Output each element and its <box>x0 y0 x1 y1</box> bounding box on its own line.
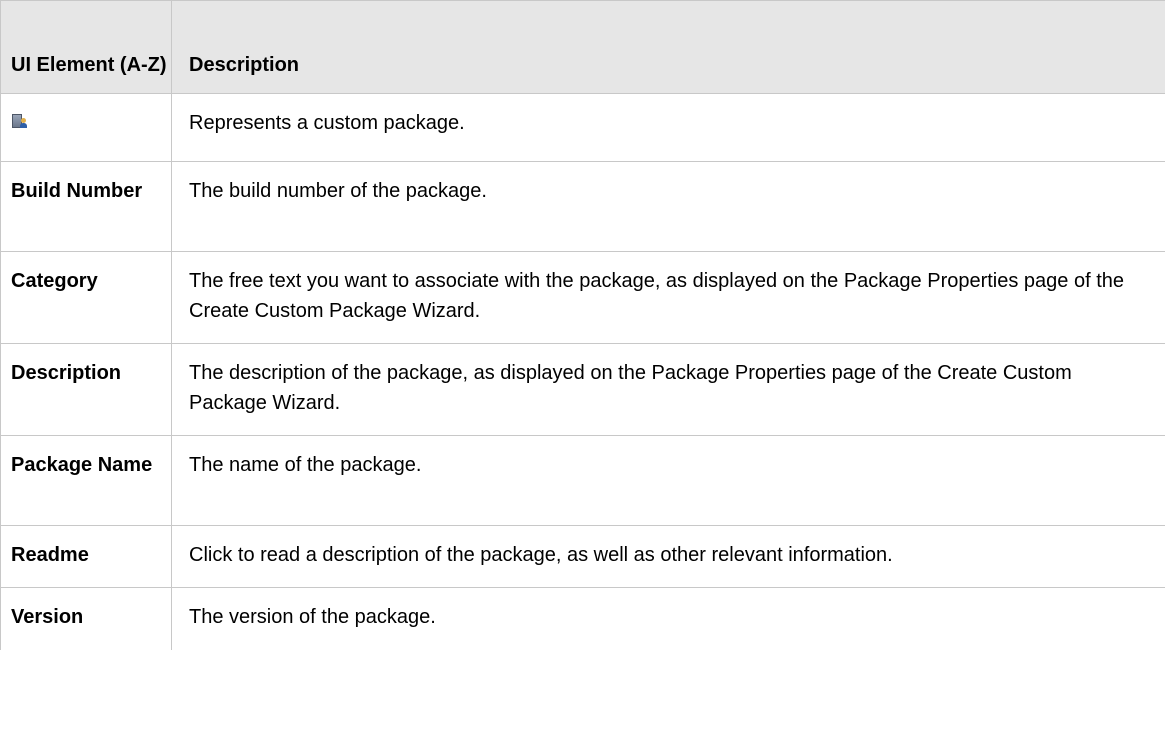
table-row: Description The description of the packa… <box>0 343 1165 436</box>
ui-elements-table: UI Element (A-Z) Description Represents … <box>0 0 1165 650</box>
table-row: Package Name The name of the package. <box>0 435 1165 526</box>
table-row: Version The version of the package. <box>0 587 1165 650</box>
row-description: The description of the package, as displ… <box>171 343 1165 436</box>
row-description: The free text you want to associate with… <box>171 251 1165 344</box>
row-element-name: Build Number <box>0 161 172 252</box>
header-description: Description <box>171 0 1165 94</box>
row-description: Represents a custom package. <box>171 93 1165 162</box>
table-row: Represents a custom package. <box>0 93 1165 162</box>
row-element-name: Package Name <box>0 435 172 526</box>
custom-package-icon <box>11 112 28 129</box>
table-row: Build Number The build number of the pac… <box>0 161 1165 252</box>
row-description: Click to read a description of the packa… <box>171 525 1165 588</box>
header-ui-element: UI Element (A-Z) <box>0 0 172 94</box>
table-row: Category The free text you want to assoc… <box>0 251 1165 344</box>
row-element-name: Version <box>0 587 172 650</box>
table-header-row: UI Element (A-Z) Description <box>0 0 1165 94</box>
row-description: The build number of the package. <box>171 161 1165 252</box>
row-description: The name of the package. <box>171 435 1165 526</box>
row-description: The version of the package. <box>171 587 1165 650</box>
table-row: Readme Click to read a description of th… <box>0 525 1165 588</box>
row-element-name: Readme <box>0 525 172 588</box>
row-element-cell <box>0 93 172 162</box>
row-element-name: Category <box>0 251 172 344</box>
row-element-name: Description <box>0 343 172 436</box>
